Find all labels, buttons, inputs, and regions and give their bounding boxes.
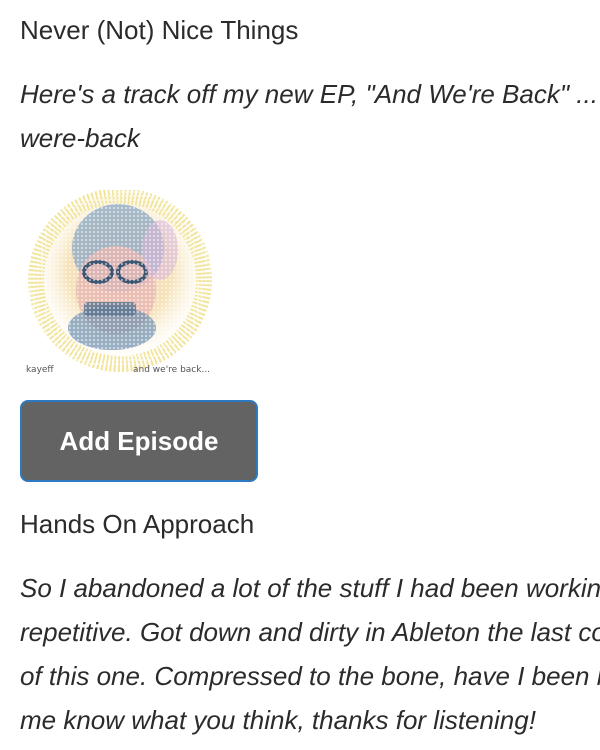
- add-episode-button[interactable]: Add Episode: [20, 400, 258, 482]
- episode-title: Never (Not) Nice Things: [20, 15, 299, 45]
- episode-list: Never (Not) Nice Things Here's a track o…: [20, 0, 600, 750]
- episode-description: So I abandoned a lot of the stuff I had …: [20, 566, 600, 742]
- episode-description: Here's a track off my new EP, "And We're…: [20, 72, 600, 160]
- episode-title: Hands On Approach: [20, 509, 255, 539]
- artwork-album-label: and we're back...: [133, 365, 210, 375]
- description-line: repetitive. Got down and dirty in Ableto…: [20, 617, 600, 647]
- episode-artwork: kayeff and we're back...: [20, 188, 220, 380]
- description-line: Here's a track off my new EP, "And We're…: [20, 79, 600, 109]
- description-line: of this one. Compressed to the bone, hav…: [20, 661, 600, 691]
- description-line: me know what you think, thanks for liste…: [20, 705, 536, 735]
- description-line: So I abandoned a lot of the stuff I had …: [20, 573, 600, 603]
- description-line: were-back: [20, 123, 140, 153]
- artwork-artist-label: kayeff: [26, 365, 54, 375]
